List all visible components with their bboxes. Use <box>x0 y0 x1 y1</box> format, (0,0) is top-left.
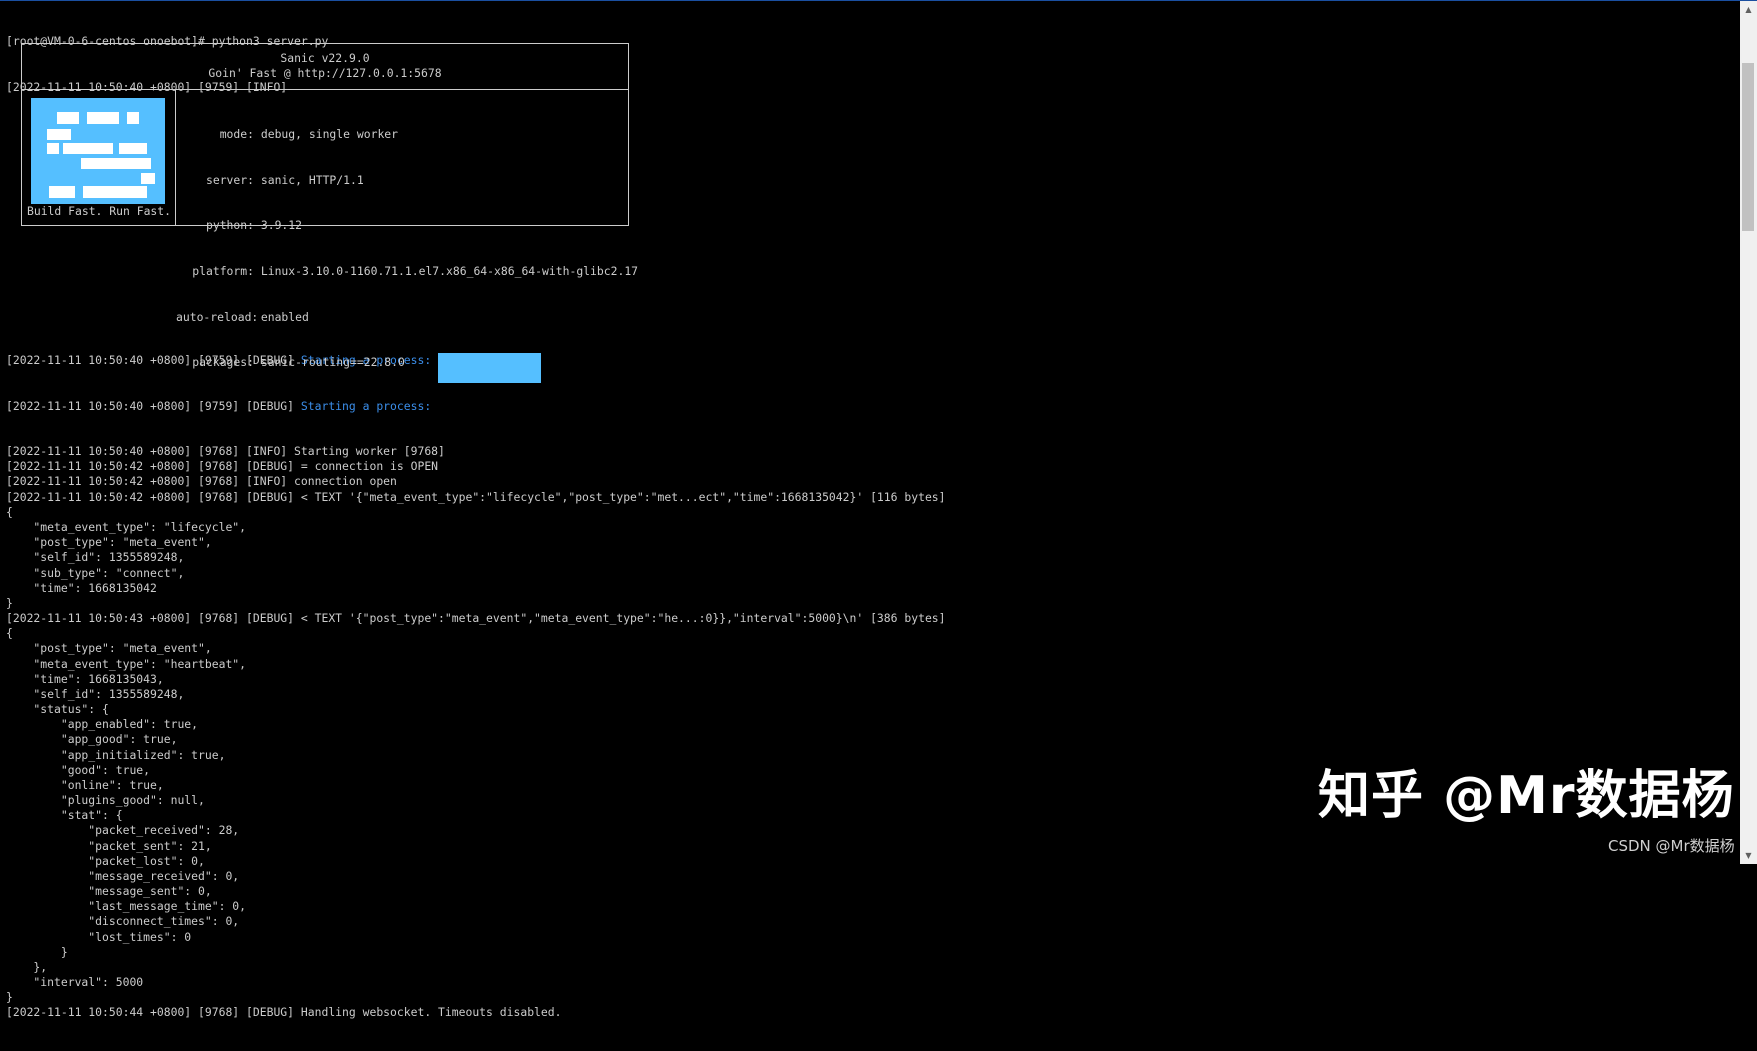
info-row: python: 3.9.12 <box>205 218 303 233</box>
log-line: } <box>6 595 13 610</box>
debug-process-line-2: [2022-11-11 10:50:40 +0800] [9759] [DEBU… <box>6 399 1736 414</box>
log-line: "self_id": 1355589248, <box>6 550 185 565</box>
scrollbar-thumb[interactable] <box>1742 63 1754 231</box>
log-line: { <box>6 504 13 519</box>
sanic-tagline: Goin' Fast @ http://127.0.0.1:5678 <box>208 66 442 81</box>
terminal-window[interactable]: [root@VM-0-6-centos onoebot]# python3 se… <box>0 0 1757 1019</box>
log-line: "last_message_time": 0, <box>6 899 247 914</box>
log-line: "post_type": "meta_event", <box>6 535 212 550</box>
log-line: "message_received": 0, <box>6 868 240 883</box>
info-row: mode: debug, single worker <box>219 127 399 142</box>
log-line: "status": { <box>6 702 109 717</box>
info-row: server: sanic, HTTP/1.1 <box>205 172 364 187</box>
csdn-watermark: CSDN @Mr数据杨 <box>1608 837 1735 855</box>
log-line: "lost_times": 0 <box>6 929 192 944</box>
log-line: "disconnect_times": 0, <box>6 914 240 929</box>
log-line: [2022-11-11 10:50:43 +0800] [9768] [DEBU… <box>6 611 946 626</box>
log-line: "packet_sent": 21, <box>6 838 212 853</box>
log-line: "interval": 5000 <box>6 975 144 990</box>
log-line: [2022-11-11 10:50:42 +0800] [9768] [DEBU… <box>6 489 946 504</box>
sanic-info-panel: mode: debug, single worker server: sanic… <box>176 97 638 401</box>
scroll-down-icon[interactable]: ▼ <box>1740 847 1757 864</box>
info-row: packages: sanic-routing==22.8.0 <box>192 355 405 370</box>
scroll-up-icon[interactable]: ▲ <box>1740 1 1757 18</box>
log-line: } <box>6 990 13 1005</box>
log-line: "app_enabled": true, <box>6 717 199 732</box>
log-lines: [2022-11-11 10:50:40 +0800] [9768] [INFO… <box>6 444 1736 1021</box>
info-row: auto-reload: enabled <box>176 309 309 324</box>
log-line: }, <box>6 959 48 974</box>
log-line: "message_sent": 0, <box>6 884 212 899</box>
log-line: "meta_event_type": "lifecycle", <box>6 519 247 534</box>
log-line: [2022-11-11 10:50:42 +0800] [9768] [INFO… <box>6 474 397 489</box>
log-line: "sub_type": "connect", <box>6 565 185 580</box>
sanic-banner: Sanic v22.9.0 Goin' Fast @ http://127.0.… <box>21 43 638 369</box>
sanic-logo-icon <box>31 98 165 204</box>
log-line: } <box>6 944 68 959</box>
zhihu-watermark: 知乎 @Mr数据杨 <box>1318 766 1735 826</box>
vertical-scrollbar[interactable]: ▲ ▼ <box>1740 1 1757 864</box>
log-line: "time": 1668135042 <box>6 580 157 595</box>
info-row: platform: Linux-3.10.0-1160.71.1.el7.x86… <box>192 264 639 279</box>
log-line: "meta_event_type": "heartbeat", <box>6 656 247 671</box>
log-line: [2022-11-11 10:50:42 +0800] [9768] [DEBU… <box>6 459 439 474</box>
log-line: [2022-11-11 10:50:40 +0800] [9768] [INFO… <box>6 444 445 459</box>
log-line: "app_good": true, <box>6 732 178 747</box>
sanic-logo-caption: Build Fast. Run Fast. <box>26 204 171 218</box>
starting-process-text: Starting a process: <box>300 398 432 413</box>
log-line: "post_type": "meta_event", <box>6 641 212 656</box>
log-line: "self_id": 1355589248, <box>6 686 185 701</box>
debug-prefix: [2022-11-11 10:50:40 +0800] [9759] [DEBU… <box>6 398 301 413</box>
log-line: "time": 1668135043, <box>6 671 164 686</box>
log-line: { <box>6 626 13 641</box>
sanic-banner-header: Sanic v22.9.0 Goin' Fast @ http://127.0.… <box>22 44 628 90</box>
log-line: "packet_lost": 0, <box>6 853 205 868</box>
log-line: [2022-11-11 10:50:44 +0800] [9768] [DEBU… <box>6 1005 562 1020</box>
sanic-version: Sanic v22.9.0 <box>280 51 370 65</box>
sanic-logo-panel: Build Fast. Run Fast. <box>22 90 176 225</box>
